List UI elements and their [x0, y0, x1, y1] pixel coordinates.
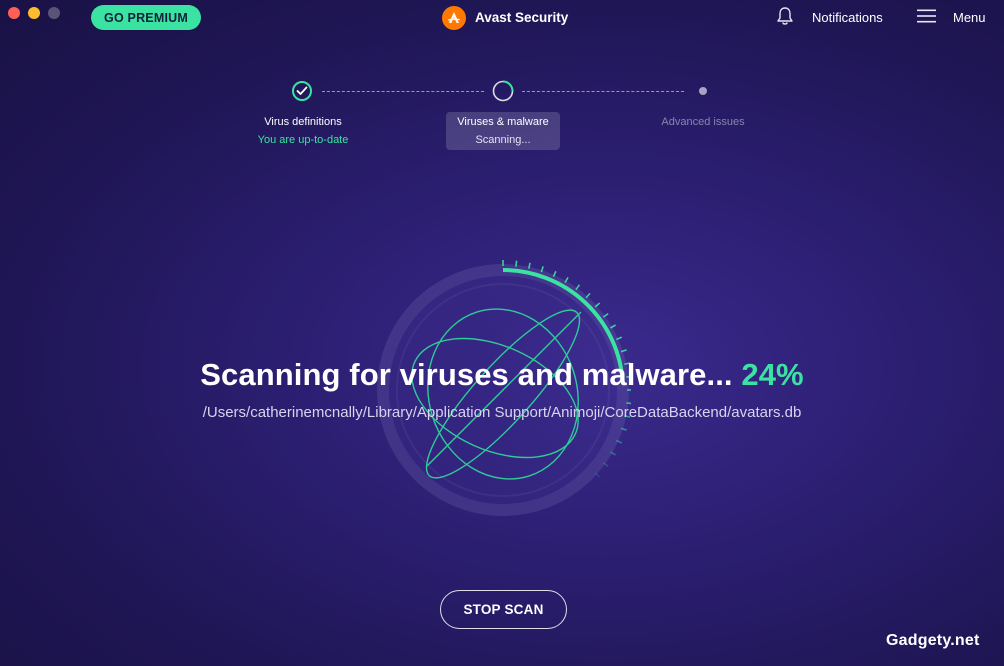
go-premium-button[interactable]: GO PREMIUM — [91, 5, 201, 30]
scan-headline: Scanning for viruses and malware... 24% — [0, 357, 1004, 393]
menu-button[interactable]: Menu — [917, 6, 986, 29]
maximize-window-button[interactable] — [48, 7, 60, 19]
step-title: Advanced issues — [661, 116, 745, 128]
step-title: Viruses & malware — [457, 116, 549, 128]
step-active-progress-icon — [492, 80, 514, 102]
step-pending-dot — [699, 87, 707, 95]
step-virus-definitions: Virus definitions You are up-to-date — [233, 113, 373, 149]
step-advanced-issues: Advanced issues — [633, 113, 773, 131]
stop-scan-button[interactable]: STOP SCAN — [440, 590, 567, 629]
app-title: Avast Security — [475, 10, 569, 25]
step-connector — [322, 91, 484, 92]
bell-icon — [776, 6, 794, 29]
step-done-check-icon — [292, 81, 312, 101]
app-brand: Avast Security — [442, 5, 568, 30]
scan-percent: 24% — [741, 357, 804, 392]
close-window-button[interactable] — [8, 7, 20, 19]
window-controls — [8, 7, 60, 19]
step-status: Scanning... — [475, 134, 531, 146]
notifications-button[interactable]: Notifications — [776, 6, 883, 29]
minimize-window-button[interactable] — [28, 7, 40, 19]
step-title: Virus definitions — [264, 116, 342, 128]
avast-logo-icon — [442, 5, 466, 30]
hamburger-icon — [917, 9, 936, 26]
progress-tick — [515, 260, 518, 267]
notifications-label: Notifications — [812, 10, 883, 25]
watermark: Gadgety.net — [886, 632, 980, 649]
scan-status-text: Scanning for viruses and malware... — [200, 357, 733, 392]
step-connector — [522, 91, 684, 92]
step-viruses-malware: Viruses & malware Scanning... — [446, 113, 560, 149]
menu-label: Menu — [953, 10, 986, 25]
current-file-path: /Users/catherinemcnally/Library/Applicat… — [202, 404, 802, 421]
step-status: You are up-to-date — [257, 134, 349, 146]
